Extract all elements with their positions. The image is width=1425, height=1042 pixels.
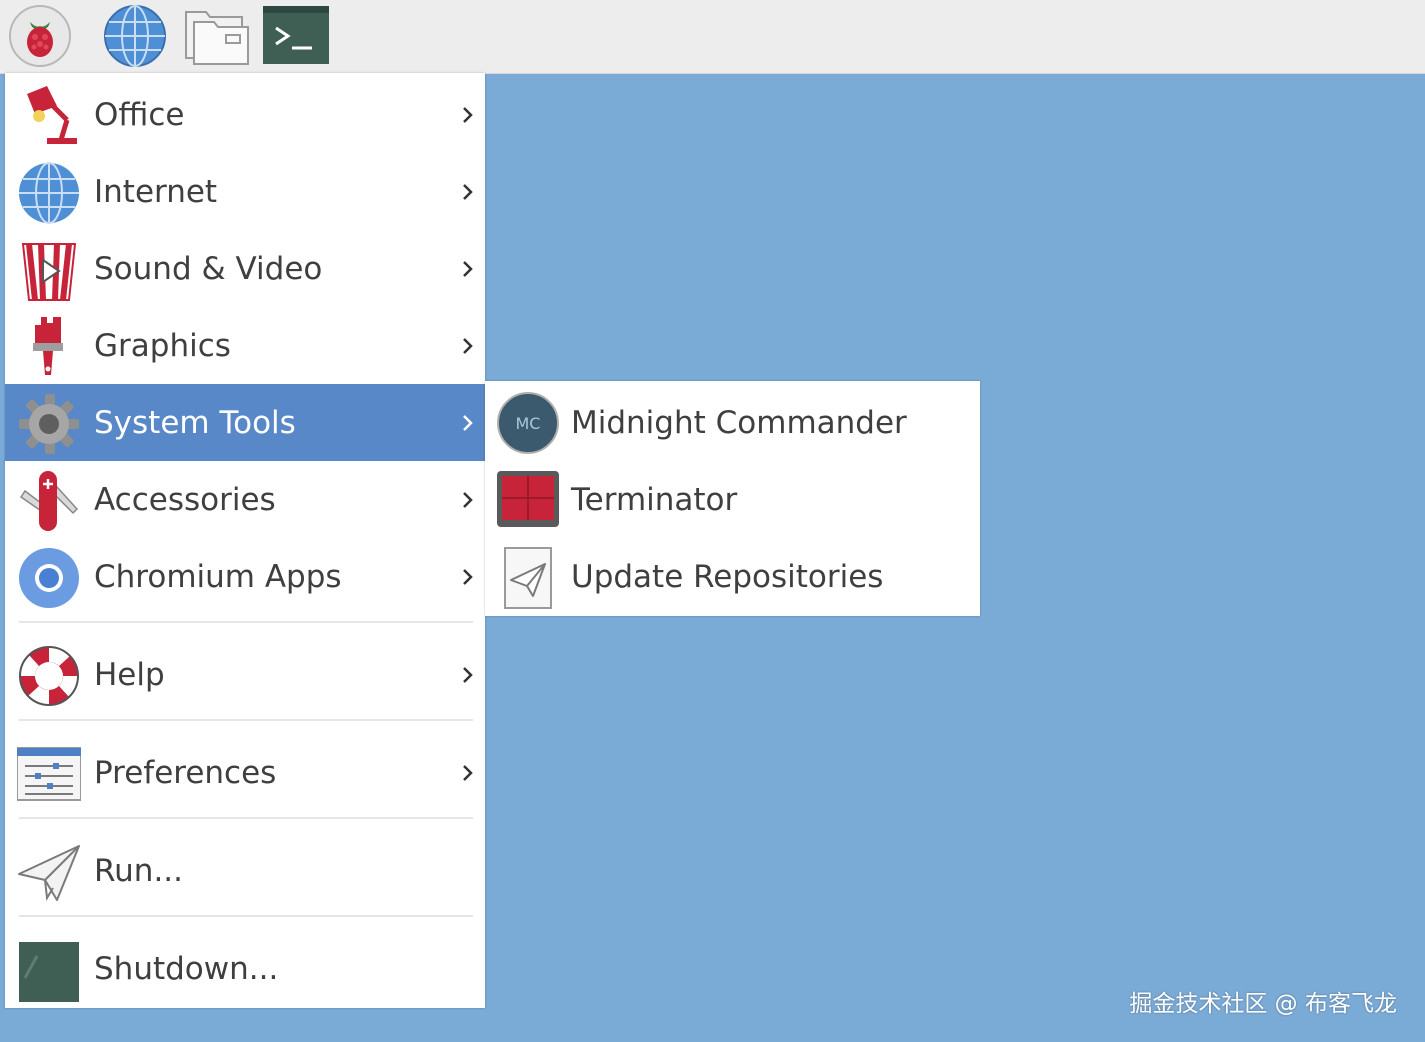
svg-text:MC: MC (516, 414, 541, 433)
file-manager-folder-icon[interactable] (182, 4, 250, 68)
applications-menu: Office Internet Sound & Video Graphics S… (5, 73, 485, 1008)
menu-item-label: Run... (94, 852, 184, 889)
menu-item-preferences[interactable]: Preferences (5, 734, 485, 811)
paper-plane-icon (17, 840, 81, 904)
menu-item-label: Internet (94, 173, 218, 210)
lifebuoy-icon (17, 644, 81, 708)
menu-item-label: Accessories (94, 481, 276, 518)
submenu-item-label: Terminator (571, 482, 738, 518)
shutdown-icon (17, 938, 81, 1002)
chevron-right-icon (463, 491, 473, 508)
submenu-item-terminator[interactable]: Terminator (485, 461, 980, 538)
taskbar (0, 0, 1425, 74)
menu-separator (19, 621, 473, 623)
menu-item-label: Chromium Apps (94, 558, 342, 595)
menu-item-label: System Tools (94, 404, 296, 441)
submenu-item-label: Midnight Commander (571, 405, 907, 441)
chromium-icon (17, 546, 81, 610)
chevron-right-icon (463, 414, 473, 431)
submenu-item-midnight-commander[interactable]: MC Midnight Commander (485, 384, 980, 461)
submenu-item-update-repositories[interactable]: Update Repositories (485, 538, 980, 615)
watermark-text: 掘金技术社区 @ 布客飞龙 (1129, 991, 1397, 1017)
menu-item-label: Graphics (94, 327, 231, 364)
menu-item-help[interactable]: Help (5, 636, 485, 713)
system-tools-submenu: MC Midnight Commander Terminator Update … (485, 381, 980, 616)
chevron-right-icon (463, 337, 473, 354)
office-lamp-icon (17, 84, 81, 148)
menu-item-shutdown[interactable]: Shutdown... (5, 930, 485, 1007)
update-repositories-icon (495, 544, 561, 610)
menu-item-label: Preferences (94, 754, 277, 791)
chevron-right-icon (463, 764, 473, 781)
menu-item-office[interactable]: Office (5, 76, 485, 153)
menu-separator (19, 719, 473, 721)
menu-item-label: Shutdown... (94, 950, 279, 987)
terminal-icon[interactable] (262, 4, 330, 68)
menu-item-sound-video[interactable]: Sound & Video (5, 230, 485, 307)
menu-item-label: Office (94, 96, 185, 133)
chevron-right-icon (463, 568, 473, 585)
sliders-icon (16, 742, 82, 806)
menu-separator (19, 817, 473, 819)
menu-item-run[interactable]: Run... (5, 832, 485, 909)
menu-separator (19, 915, 473, 917)
menu-item-graphics[interactable]: Graphics (5, 307, 485, 384)
paintbrush-icon (17, 315, 81, 379)
globe-browser-icon[interactable] (100, 4, 168, 68)
midnight-commander-icon: MC (495, 390, 561, 456)
terminator-icon (495, 467, 561, 533)
menu-item-accessories[interactable]: Accessories (5, 461, 485, 538)
submenu-item-label: Update Repositories (571, 559, 884, 595)
menu-item-system-tools[interactable]: System Tools (5, 384, 485, 461)
gear-icon (17, 392, 81, 456)
menu-item-label: Sound & Video (94, 250, 323, 287)
globe-icon (17, 161, 81, 225)
chevron-right-icon (463, 106, 473, 123)
menu-item-internet[interactable]: Internet (5, 153, 485, 230)
raspberry-menu-icon[interactable] (6, 4, 74, 68)
swiss-knife-icon (17, 469, 81, 533)
chevron-right-icon (463, 183, 473, 200)
popcorn-video-icon (17, 238, 81, 302)
chevron-right-icon (463, 260, 473, 277)
menu-item-chromium-apps[interactable]: Chromium Apps (5, 538, 485, 615)
menu-item-label: Help (94, 656, 165, 693)
chevron-right-icon (463, 666, 473, 683)
